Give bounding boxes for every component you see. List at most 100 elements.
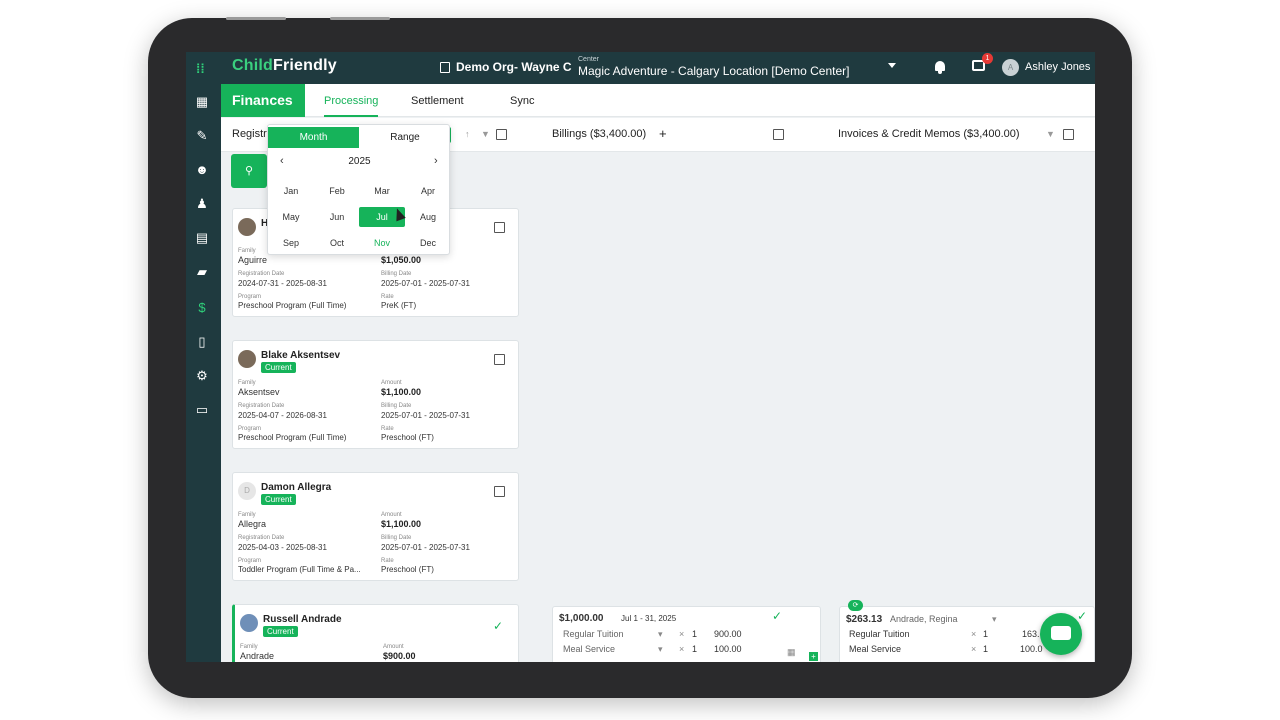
month-option[interactable]: Feb: [314, 181, 360, 201]
child-icon[interactable]: ☻: [194, 162, 210, 178]
book-icon[interactable]: ▤: [194, 230, 210, 246]
registration-date-value: 2024-07-31 - 2025-08-31: [238, 279, 327, 288]
check-icon: ✓: [493, 619, 504, 633]
card-checkbox[interactable]: [494, 486, 505, 497]
line-item-name: Meal Service: [849, 644, 902, 654]
line-item-name[interactable]: Meal Service: [563, 644, 615, 654]
chevron-down-icon[interactable]: ▾: [658, 644, 663, 655]
chat-support-button[interactable]: [1040, 613, 1082, 655]
dashboard-grid-icon[interactable]: ▦: [194, 94, 210, 110]
amount-value: $1,100.00: [381, 519, 422, 529]
line-item-qty[interactable]: 1: [692, 629, 697, 639]
multiply-sign: ×: [971, 644, 977, 654]
program-label: Program: [238, 426, 262, 432]
user-avatar[interactable]: A: [1002, 59, 1019, 76]
family-value: Aksentsev: [238, 387, 280, 397]
registration-date-value: 2025-04-03 - 2025-08-31: [238, 543, 327, 552]
org-selector[interactable]: Demo Org- Wayne C: [440, 60, 572, 74]
month-option[interactable]: Oct: [314, 233, 360, 253]
registration-card[interactable]: Blake Aksentsev Current Family Aksentsev…: [232, 340, 519, 449]
month-option[interactable]: Sep: [268, 233, 314, 253]
filter-icon[interactable]: ▼: [1046, 129, 1055, 139]
chevron-right-icon[interactable]: ›: [434, 155, 438, 167]
sync-icon: ⟳: [848, 600, 863, 611]
people-icon[interactable]: ♟: [194, 196, 210, 212]
family-value: Allegra: [238, 519, 267, 529]
chat-icon[interactable]: ▰: [194, 264, 210, 280]
billing-date-value: 2025-07-01 - 2025-07-31: [381, 543, 470, 552]
child-name: Russell Andrade: [263, 614, 342, 625]
chevron-down-icon[interactable]: [888, 63, 896, 68]
gear-icon[interactable]: ⚙: [194, 368, 210, 384]
registration-date-label: Registration Date: [238, 403, 285, 409]
notification-badge: 1: [982, 53, 993, 64]
rate-value: Preschool (FT): [381, 433, 434, 442]
invoices-select-all-checkbox[interactable]: [1063, 129, 1074, 140]
chevron-down-icon[interactable]: ▾: [658, 629, 663, 640]
brand-logo[interactable]: ChildFriendly: [232, 57, 337, 75]
avatar: [238, 350, 256, 368]
bell-icon[interactable]: [934, 60, 946, 74]
family-label: Family: [238, 512, 256, 518]
add-line-icon[interactable]: +: [809, 652, 818, 661]
month-option[interactable]: Jan: [268, 181, 314, 201]
finance-dollar-icon[interactable]: $: [194, 300, 210, 316]
picker-mode-range[interactable]: Range: [359, 127, 451, 148]
card-checkbox[interactable]: [494, 354, 505, 365]
month-option-current[interactable]: Nov: [359, 233, 405, 253]
avatar: D: [238, 482, 256, 500]
sort-up-icon[interactable]: ↑: [465, 129, 470, 139]
month-option[interactable]: Dec: [405, 233, 451, 253]
user-name[interactable]: Ashley Jones: [1025, 61, 1090, 73]
check-icon: ✓: [1077, 609, 1088, 623]
chevron-down-icon[interactable]: ▾: [992, 614, 997, 625]
child-name: Damon Allegra: [261, 482, 332, 493]
month-option[interactable]: Apr: [405, 181, 451, 201]
center-label: Center: [578, 56, 600, 63]
line-item-qty[interactable]: 1: [692, 644, 697, 654]
billings-column-title: Billings ($3,400.00): [552, 128, 647, 140]
add-billing-icon[interactable]: +: [659, 126, 667, 141]
invoice-family[interactable]: Andrade, Regina: [890, 614, 958, 624]
sidebar: ▦ ✎ ☻ ♟ ▤ ▰ $ ▯ ⚙ ▭: [186, 84, 221, 662]
billing-card[interactable]: $1,000.00 Jul 1 - 31, 2025 ✓ Regular Tui…: [552, 606, 821, 662]
checkin-icon[interactable]: ✎: [194, 128, 210, 144]
document-icon[interactable]: ▯: [194, 334, 210, 350]
month-option[interactable]: Aug: [405, 207, 451, 227]
registrations-select-all-checkbox[interactable]: [496, 129, 507, 140]
line-item-price[interactable]: 100.00: [714, 644, 742, 654]
calendar-icon[interactable]: ▦: [787, 647, 796, 658]
line-item-name[interactable]: Regular Tuition: [563, 629, 624, 639]
center-selector[interactable]: Magic Adventure - Calgary Location [Demo…: [578, 64, 849, 78]
amount-value: $900.00: [383, 651, 416, 661]
check-icon: ✓: [772, 609, 783, 623]
program-value: Preschool Program (Full Time): [238, 433, 347, 442]
line-item-name: Regular Tuition: [849, 629, 910, 639]
line-item-price[interactable]: 900.00: [714, 629, 742, 639]
registration-card[interactable]: Russell Andrade Current ✓ Family Andrade…: [232, 604, 519, 662]
program-label: Program: [238, 294, 262, 300]
month-option[interactable]: Jun: [314, 207, 360, 227]
tab-settlement[interactable]: Settlement: [411, 84, 464, 117]
app-menu-icon[interactable]: ⁞⁞: [196, 61, 208, 76]
billing-date-label: Billing Date: [381, 403, 412, 409]
picker-mode-month[interactable]: Month: [268, 127, 359, 148]
registration-card[interactable]: D Damon Allegra Current Family Allegra A…: [232, 472, 519, 581]
top-bar: ⁞⁞ ChildFriendly Demo Org- Wayne C Cente…: [186, 52, 1095, 84]
search-icon[interactable]: ⚲: [231, 154, 267, 188]
filter-icon[interactable]: ▼: [481, 129, 490, 139]
child-name: Blake Aksentsev: [261, 350, 341, 361]
card-checkbox[interactable]: [494, 222, 505, 233]
month-option[interactable]: May: [268, 207, 314, 227]
program-value: Toddler Program (Full Time & Pa...: [238, 565, 361, 574]
month-picker-popup: Month Range ‹ 2025 › Jan Feb Mar Apr May…: [267, 124, 450, 255]
rate-value: PreK (FT): [381, 301, 417, 310]
tab-sync[interactable]: Sync: [510, 84, 534, 117]
status-badge: Current: [263, 626, 298, 637]
tab-processing[interactable]: Processing: [324, 84, 379, 117]
month-option[interactable]: Mar: [359, 181, 405, 201]
program-label: Program: [238, 558, 262, 564]
registration-date-value: 2025-04-07 - 2026-08-31: [238, 411, 327, 420]
billings-select-all-checkbox[interactable]: [773, 129, 784, 140]
tablet-icon[interactable]: ▭: [194, 402, 210, 418]
